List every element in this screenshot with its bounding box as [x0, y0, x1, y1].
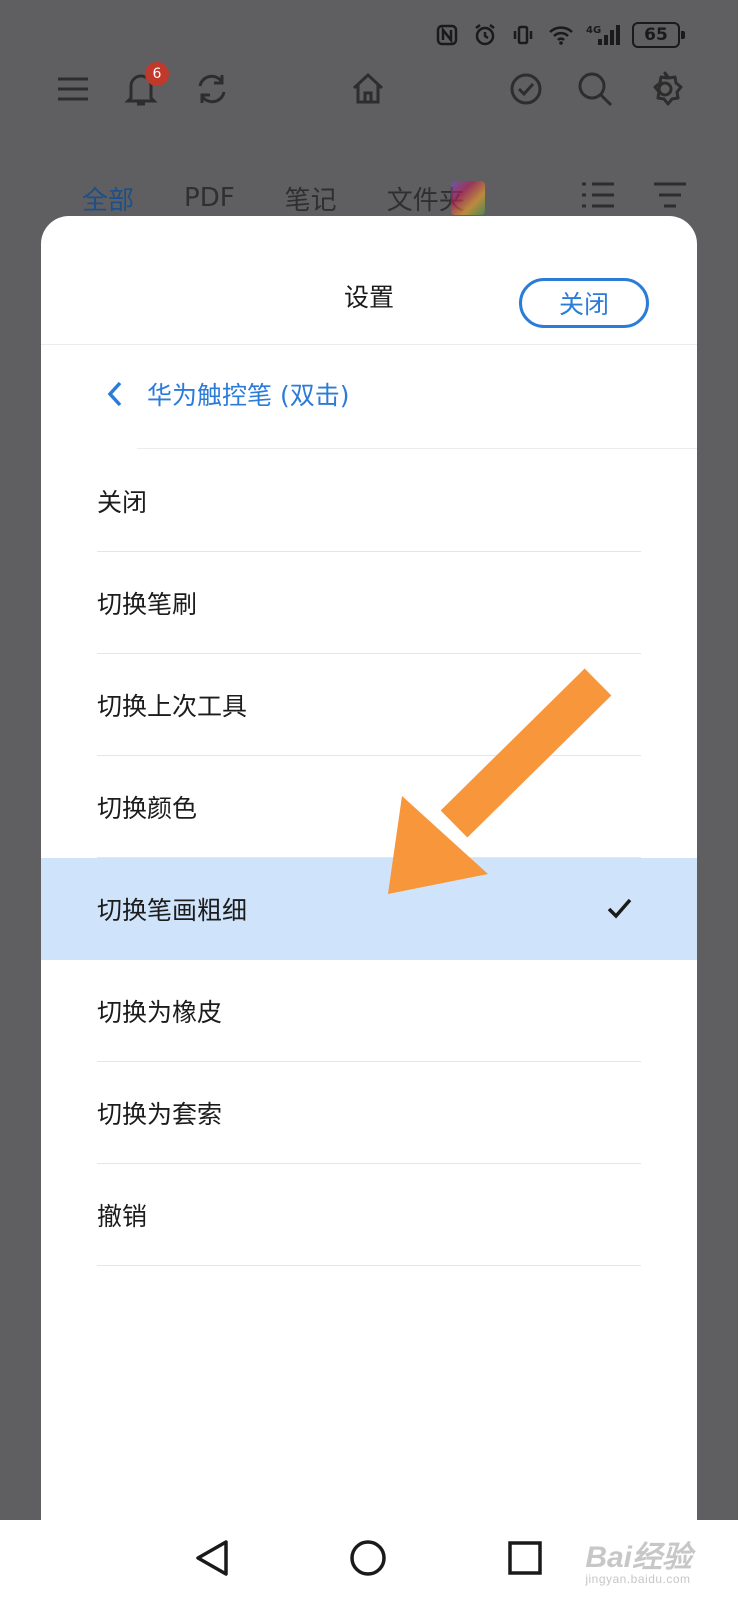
battery-indicator: 65: [632, 22, 685, 48]
watermark-url: jingyan.baidu.com: [585, 1572, 691, 1586]
list-view-icon[interactable]: [580, 180, 616, 217]
option-label: 切换颜色: [97, 794, 198, 823]
option-label: 切换为橡皮: [97, 998, 223, 1027]
svg-text:4G: 4G: [586, 25, 601, 36]
back-triangle-icon[interactable]: [192, 1538, 232, 1578]
option-label: 切换为套索: [97, 1100, 223, 1129]
cellular-signal-icon: 4G: [586, 22, 620, 48]
status-bar: 4G 65: [434, 18, 685, 52]
option-switch-brush[interactable]: 切换笔刷: [41, 552, 697, 654]
baidu-watermark: Bai经验 jingyan.baidu.com: [585, 1532, 692, 1586]
option-switch-eraser[interactable]: 切换为橡皮: [41, 960, 697, 1062]
option-close[interactable]: 关闭: [41, 450, 697, 552]
settings-sheet: 设置 关闭 华为触控笔 (双击) 关闭 切换笔刷 切换上次工具 切换颜色 切换笔…: [41, 216, 697, 1536]
notification-badge: 6: [145, 62, 169, 86]
option-label: 切换笔画粗细: [97, 896, 248, 925]
recents-square-icon[interactable]: [505, 1538, 545, 1578]
close-button[interactable]: 关闭: [519, 278, 649, 328]
nfc-icon: [434, 22, 460, 48]
sort-filter-icon[interactable]: [652, 180, 688, 217]
option-label: 撤销: [97, 1202, 148, 1231]
chevron-left-icon: [107, 381, 122, 407]
option-label: 切换笔刷: [97, 590, 198, 619]
menu-icon[interactable]: [55, 71, 93, 109]
wifi-icon: [548, 22, 574, 48]
sync-icon[interactable]: [194, 71, 232, 109]
option-label: 关闭: [97, 488, 148, 517]
vibrate-icon: [510, 22, 536, 48]
alarm-icon: [472, 22, 498, 48]
stylus-action-list: 关闭 切换笔刷 切换上次工具 切换颜色 切换笔画粗细 切换为橡皮 切换为套索 撤…: [41, 450, 697, 1266]
option-switch-color[interactable]: 切换颜色: [41, 756, 697, 858]
checkmark-icon: [607, 898, 632, 919]
divider: [97, 1265, 641, 1266]
tab-notes[interactable]: 笔记: [285, 180, 337, 217]
search-icon[interactable]: [576, 70, 614, 108]
option-switch-stroke-width[interactable]: 切换笔画粗细: [41, 858, 697, 960]
color-swatch-icon: [450, 181, 485, 215]
back-nav-label: 华为触控笔 (双击): [147, 381, 350, 410]
tab-all[interactable]: 全部: [82, 180, 134, 217]
sub-header-divider: [137, 448, 697, 449]
watermark-brand: Bai经验: [585, 1541, 692, 1574]
back-nav[interactable]: 华为触控笔 (双击): [107, 366, 349, 422]
option-switch-last-tool[interactable]: 切换上次工具: [41, 654, 697, 756]
home-icon[interactable]: [350, 70, 388, 108]
tab-pdf[interactable]: PDF: [184, 183, 235, 213]
gear-icon[interactable]: [646, 70, 684, 108]
option-label: 切换上次工具: [97, 692, 248, 721]
home-circle-icon[interactable]: [348, 1538, 388, 1578]
category-tabs: 全部 PDF 笔记 文件夹: [82, 176, 688, 220]
header-divider: [41, 344, 697, 345]
option-switch-lasso[interactable]: 切换为套索: [41, 1062, 697, 1164]
option-undo[interactable]: 撤销: [41, 1164, 697, 1266]
check-circle-icon[interactable]: [508, 71, 546, 109]
